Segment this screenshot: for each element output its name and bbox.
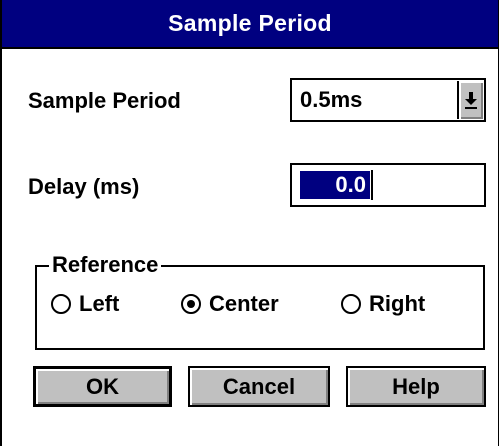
help-button[interactable]: Help — [346, 366, 486, 407]
reference-radio-left[interactable]: Left — [51, 291, 119, 317]
reference-groupbox: Reference Left Center Right — [35, 252, 485, 350]
sample-period-label: Sample Period — [28, 88, 181, 113]
radio-unchecked-icon — [51, 294, 71, 314]
reference-radio-right[interactable]: Right — [341, 291, 425, 317]
delay-value-selected: 0.0 — [300, 171, 370, 199]
delay-input[interactable]: 0.0 — [290, 163, 486, 207]
reference-radio-center[interactable]: Center — [181, 291, 279, 317]
sample-period-value: 0.5ms — [300, 87, 363, 112]
reference-legend: Reference — [49, 252, 162, 278]
arrow-down-underline-icon — [465, 92, 477, 109]
cancel-button[interactable]: Cancel — [188, 366, 330, 407]
dialog-title: Sample Period — [168, 10, 332, 36]
radio-unchecked-icon — [341, 294, 361, 314]
dialog-title-bar[interactable]: Sample Period — [2, 0, 498, 49]
radio-label-left: Left — [79, 291, 120, 316]
radio-checked-icon — [181, 294, 201, 314]
radio-label-center: Center — [209, 291, 279, 316]
sample-period-dialog: Sample Period Sample Period 0.5ms Delay … — [0, 0, 499, 446]
ok-button[interactable]: OK — [33, 366, 172, 407]
sample-period-dropdown-button[interactable] — [457, 81, 483, 119]
sample-period-combobox[interactable]: 0.5ms — [290, 78, 486, 122]
radio-label-right: Right — [369, 291, 426, 316]
delay-label: Delay (ms) — [28, 174, 140, 199]
text-caret — [371, 170, 373, 200]
